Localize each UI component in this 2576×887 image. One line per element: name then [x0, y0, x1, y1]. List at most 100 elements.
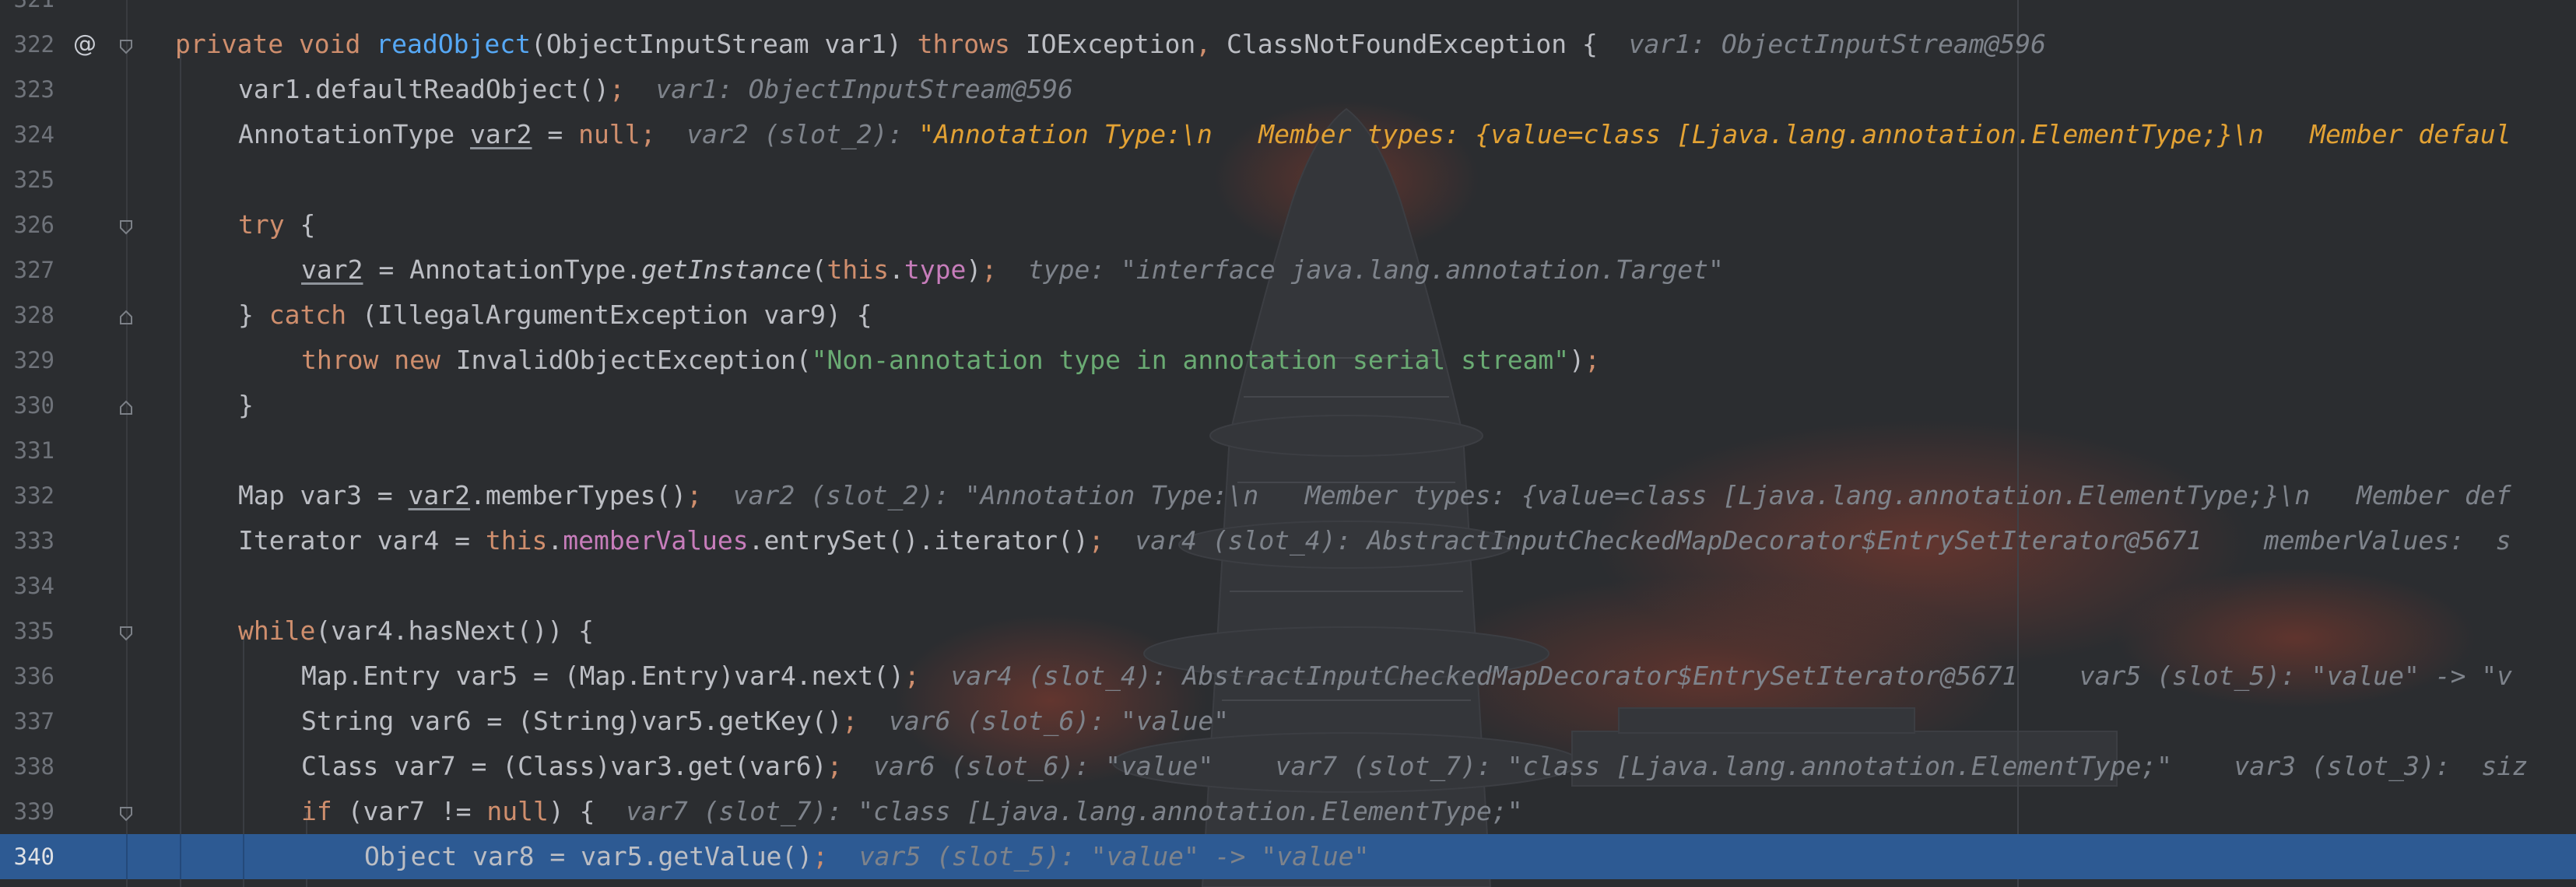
- code-token: ;: [686, 480, 733, 510]
- code-token: String var6 = (String)var5.getKey(): [301, 706, 843, 736]
- line-number[interactable]: 321: [0, 0, 54, 22]
- code-editor[interactable]: 321322 @ private void readObject(ObjectInp…: [0, 0, 2576, 887]
- code-line[interactable]: 337 String var6 = (String)var5.getKey(); …: [0, 699, 2576, 744]
- line-number[interactable]: 331: [0, 428, 54, 473]
- code-token: (: [811, 254, 827, 285]
- line-number[interactable]: 326: [0, 202, 54, 247]
- debug-inline-value: var1: ObjectInputStream@596: [1628, 29, 2047, 59]
- code-line[interactable]: 333 Iterator var4 = this.memberValues.ent…: [0, 518, 2576, 563]
- debug-inline-value: var7 (slot_7): "class [Ljava.lang.annota…: [626, 796, 1523, 826]
- code-text[interactable]: }: [238, 383, 254, 428]
- code-token: = AnnotationType.: [363, 254, 642, 285]
- fold-collapse-icon[interactable]: [117, 624, 135, 643]
- line-number[interactable]: 324: [0, 112, 54, 157]
- code-token: .: [547, 525, 563, 556]
- debug-inline-value: var1: ObjectInputStream@596: [655, 74, 1073, 104]
- code-token: Object var8 = var5.getValue(): [364, 841, 813, 871]
- line-number[interactable]: 340: [0, 834, 54, 879]
- line-number[interactable]: 327: [0, 247, 54, 293]
- code-token: ;: [842, 706, 889, 736]
- code-line[interactable]: 325: [0, 157, 2576, 202]
- fold-collapse-icon[interactable]: [117, 805, 135, 823]
- code-token: ): [966, 254, 982, 285]
- code-token: .entrySet().iterator(): [748, 525, 1089, 556]
- code-line[interactable]: 338 Class var7 = (Class)var3.get(var6); v…: [0, 744, 2576, 789]
- code-text[interactable]: String var6 = (String)var5.getKey(); var…: [301, 699, 1229, 744]
- code-line[interactable]: 323 var1.defaultReadObject(); var1: Objec…: [0, 67, 2576, 112]
- code-token: .memberTypes(): [470, 480, 687, 510]
- code-text[interactable]: } catch (IllegalArgumentException var9) …: [238, 293, 872, 338]
- code-text[interactable]: var2 = AnnotationType.getInstance(this.t…: [301, 247, 1724, 293]
- debug-inline-value: var2 (slot_2): "Annotation Type:\n Membe…: [732, 480, 2511, 510]
- line-number[interactable]: 334: [0, 563, 54, 608]
- code-token: (ObjectInputStream var1): [530, 29, 918, 59]
- fold-end-icon[interactable]: [117, 308, 135, 327]
- code-token: ;: [826, 751, 874, 781]
- code-token: ,: [1195, 29, 1227, 59]
- code-token: "Non-annotation type in annotation seria…: [811, 345, 1570, 375]
- code-line[interactable]: 321: [0, 0, 2576, 22]
- code-token: throws: [917, 29, 1026, 59]
- code-token: readObject: [376, 29, 531, 59]
- line-number[interactable]: 323: [0, 67, 54, 112]
- code-token: this: [826, 254, 890, 285]
- code-token: catch: [268, 300, 362, 330]
- code-line[interactable]: 330}: [0, 383, 2576, 428]
- code-line[interactable]: 334: [0, 563, 2576, 608]
- current-execution-line[interactable]: 340 Object var8 = var5.getValue(); var5 (…: [0, 834, 2576, 879]
- code-text[interactable]: while(var4.hasNext()) {: [238, 608, 594, 654]
- line-number[interactable]: 322: [0, 22, 54, 67]
- code-token: IOException: [1025, 29, 1196, 59]
- code-text[interactable]: var1.defaultReadObject(); var1: ObjectIn…: [238, 67, 1073, 112]
- code-line[interactable]: 335 while(var4.hasNext()) {: [0, 608, 2576, 654]
- code-line[interactable]: 332 Map var3 = var2.memberTypes(); var2 (…: [0, 473, 2576, 518]
- code-token: Iterator var4 =: [238, 525, 486, 556]
- code-text[interactable]: Map.Entry var5 = (Map.Entry)var4.next();…: [301, 654, 2512, 699]
- line-number[interactable]: 333: [0, 518, 54, 563]
- code-text[interactable]: if (var7 != null) { var7 (slot_7): "clas…: [301, 789, 1523, 834]
- line-number[interactable]: 336: [0, 654, 54, 699]
- code-line[interactable]: 328 } catch (IllegalArgumentException var…: [0, 293, 2576, 338]
- line-number[interactable]: 325: [0, 157, 54, 202]
- code-token: null: [578, 119, 640, 149]
- code-text[interactable]: try {: [238, 202, 315, 247]
- code-token: var1.defaultReadObject(): [238, 74, 609, 104]
- code-line[interactable]: 339 if (var7 != null) { var7 (slot_7): "c…: [0, 789, 2576, 834]
- code-token: null: [486, 796, 549, 826]
- line-number[interactable]: 337: [0, 699, 54, 744]
- code-line[interactable]: 324 AnnotationType var2 = null; var2 (slo…: [0, 112, 2576, 157]
- code-text[interactable]: throw new InvalidObjectException("Non-an…: [301, 338, 1600, 383]
- code-token: var2: [408, 480, 471, 510]
- indent-guide: [180, 834, 181, 879]
- fold-collapse-icon[interactable]: [117, 218, 135, 237]
- line-number[interactable]: 332: [0, 473, 54, 518]
- code-text[interactable]: Class var7 = (Class)var3.get(var6); var6…: [301, 744, 2528, 789]
- code-line[interactable]: 329 throw new InvalidObjectException("Non…: [0, 338, 2576, 383]
- code-token: ;: [1088, 525, 1135, 556]
- override-annotation-icon[interactable]: @: [73, 31, 97, 58]
- code-token: private void: [175, 29, 377, 59]
- code-token: ;: [812, 841, 859, 871]
- code-line[interactable]: 336 Map.Entry var5 = (Map.Entry)var4.next…: [0, 654, 2576, 699]
- code-text[interactable]: Iterator var4 = this.memberValues.entryS…: [238, 518, 2511, 563]
- code-text[interactable]: Map var3 = var2.memberTypes(); var2 (slo…: [238, 473, 2511, 518]
- code-line[interactable]: 327 var2 = AnnotationType.getInstance(thi…: [0, 247, 2576, 293]
- line-number[interactable]: 339: [0, 789, 54, 834]
- code-text[interactable]: private void readObject(ObjectInputStrea…: [175, 22, 2046, 67]
- fold-collapse-icon[interactable]: [117, 37, 135, 56]
- code-text[interactable]: AnnotationType var2 = null; var2 (slot_2…: [238, 112, 2511, 157]
- code-line[interactable]: 326 try {: [0, 202, 2576, 247]
- code-text[interactable]: Object var8 = var5.getValue(); var5 (slo…: [364, 834, 1369, 879]
- code-line[interactable]: 331: [0, 428, 2576, 473]
- code-token: Map var3 =: [238, 480, 409, 510]
- fold-end-icon[interactable]: [117, 398, 135, 417]
- code-token: (var7 !=: [347, 796, 487, 826]
- line-number[interactable]: 328: [0, 293, 54, 338]
- line-number[interactable]: 338: [0, 744, 54, 789]
- debug-inline-value: var5 (slot_5): "value" -> "value": [858, 841, 1370, 871]
- line-number[interactable]: 335: [0, 608, 54, 654]
- line-number[interactable]: 330: [0, 383, 54, 428]
- code-line[interactable]: 322 @ private void readObject(ObjectInputS…: [0, 22, 2576, 67]
- debug-inline-value: var6 (slot_6): "value" var7 (slot_7): "c…: [873, 751, 2528, 781]
- line-number[interactable]: 329: [0, 338, 54, 383]
